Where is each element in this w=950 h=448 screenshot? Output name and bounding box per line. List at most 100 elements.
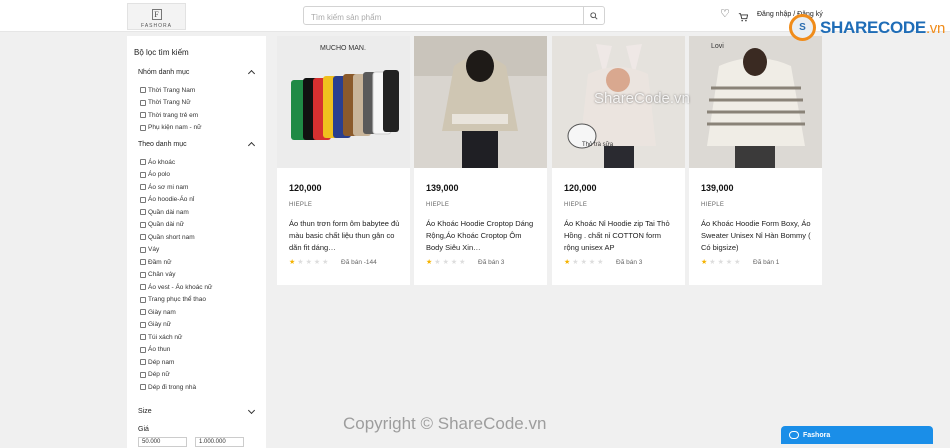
- star-icon: ★: [701, 259, 708, 266]
- fashora-logo[interactable]: F FASHORA: [127, 3, 186, 30]
- checkbox[interactable]: [140, 112, 146, 119]
- search-input[interactable]: [304, 9, 582, 26]
- checkbox[interactable]: [140, 209, 146, 216]
- sharecode-logo-text: SHARECODE.vn: [820, 18, 945, 38]
- checkbox[interactable]: [140, 334, 146, 341]
- checkbox[interactable]: [140, 234, 146, 241]
- filter-option[interactable]: Dép nữ: [140, 369, 256, 382]
- checkbox[interactable]: [140, 196, 146, 203]
- checkbox[interactable]: [140, 171, 146, 178]
- filter-option[interactable]: Phụ kiện nam - nữ: [140, 122, 256, 135]
- filter-option[interactable]: Quần dài nam: [140, 206, 256, 219]
- checkbox[interactable]: [140, 87, 146, 94]
- checkbox[interactable]: [140, 371, 146, 378]
- product-image[interactable]: MUCHO MAN.: [277, 36, 410, 168]
- checkbox[interactable]: [140, 246, 146, 253]
- filter-option[interactable]: Thời Trang Nữ: [140, 97, 256, 110]
- image-brand-text: MUCHO MAN.: [320, 45, 366, 52]
- checkbox[interactable]: [140, 271, 146, 278]
- search-bar: [303, 6, 605, 26]
- price-label: Giá: [138, 425, 149, 433]
- star-icon: ★: [297, 259, 304, 266]
- filter-option[interactable]: Thời Trang Nam: [140, 84, 256, 97]
- size-filter-header[interactable]: Size: [134, 406, 256, 417]
- product-card[interactable]: MUCHO MAN. 120,000 HIEPLE Áo thun trơn f…: [277, 36, 410, 285]
- checkbox[interactable]: [140, 184, 146, 191]
- filter-option[interactable]: Thời trang trẻ em: [140, 109, 256, 122]
- product-image[interactable]: Lovi: [689, 36, 822, 168]
- product-price: 120,000: [289, 183, 322, 193]
- filter-option[interactable]: Áo vest - Áo khoác nữ: [140, 281, 256, 294]
- checkbox[interactable]: [140, 309, 146, 316]
- image-sign-text: Lovi: [711, 43, 724, 50]
- filter-option-label: Đầm nữ: [148, 258, 172, 266]
- sold-count: Đã bán -144: [341, 259, 377, 266]
- product-brand: HIEPLE: [426, 202, 450, 208]
- filter-option[interactable]: Quần dài nữ: [140, 219, 256, 232]
- checkbox[interactable]: [140, 321, 146, 328]
- filter-option[interactable]: Quần short nam: [140, 231, 256, 244]
- filter-option[interactable]: Trang phục thể thao: [140, 294, 256, 307]
- product-name[interactable]: Áo Khoác Hoodie Form Boxy, Áo Sweater Un…: [701, 218, 813, 254]
- filter-option[interactable]: Áo sơ mi nam: [140, 181, 256, 194]
- chat-widget[interactable]: Fashora: [781, 426, 933, 444]
- price-min-input[interactable]: 50.000: [138, 436, 187, 447]
- logo-mark: F: [151, 9, 162, 20]
- product-image[interactable]: [414, 36, 547, 168]
- product-name[interactable]: Áo thun trơn form ôm babytee đủ màu basi…: [289, 218, 401, 254]
- chevron-down-icon: [247, 406, 256, 415]
- product-card[interactable]: Lovi 139,000 HIEPLE Áo Khoác Hoodie Form…: [689, 36, 822, 285]
- wishlist-heart-icon[interactable]: ♡: [720, 9, 730, 20]
- filter-option-label: Thời Trang Nữ: [148, 99, 191, 107]
- product-name[interactable]: Áo Khoác Hoodie Croptop Dáng Rộng,Áo Kho…: [426, 218, 538, 254]
- checkbox[interactable]: [140, 159, 146, 166]
- filter-option-label: Phụ kiện nam - nữ: [148, 124, 202, 132]
- rating-stars: ★ ★ ★ ★ ★: [289, 259, 328, 266]
- star-icon: ★: [450, 259, 458, 266]
- filter-option[interactable]: Đầm nữ: [140, 256, 256, 269]
- search-button[interactable]: [583, 7, 604, 24]
- filter-option-label: Trang phục thể thao: [148, 296, 206, 304]
- filter-option-label: Áo sơ mi nam: [148, 183, 189, 191]
- filter-option-label: Dép nam: [148, 358, 175, 366]
- star-icon: ★: [572, 259, 579, 266]
- product-name[interactable]: Áo Khoác Nỉ Hoodie zip Tai Thỏ Hồng . ch…: [564, 218, 676, 254]
- star-icon: ★: [442, 259, 449, 266]
- product-card[interactable]: 139,000 HIEPLE Áo Khoác Hoodie Croptop D…: [414, 36, 547, 285]
- filter-option[interactable]: Áo thun: [140, 344, 256, 357]
- sharecode-logo-icon: S: [789, 14, 816, 41]
- star-icon: ★: [580, 259, 587, 266]
- checkbox[interactable]: [140, 384, 146, 391]
- filter-option[interactable]: Áo khoác: [140, 156, 256, 169]
- checkbox[interactable]: [140, 346, 146, 353]
- filter-option[interactable]: Túi xách nữ: [140, 331, 256, 344]
- star-icon: ★: [588, 259, 596, 266]
- filter-option[interactable]: Áo hoodie-Áo nỉ: [140, 194, 256, 207]
- filter-option-label: Thời trang trẻ em: [148, 111, 199, 119]
- star-icon: ★: [725, 259, 733, 266]
- filter-option[interactable]: Giày nữ: [140, 319, 256, 332]
- checkbox[interactable]: [140, 259, 146, 266]
- checkbox[interactable]: [140, 221, 146, 228]
- filter-option[interactable]: Giày nam: [140, 306, 256, 319]
- checkbox[interactable]: [140, 296, 146, 303]
- filter-option[interactable]: Dép nam: [140, 356, 256, 369]
- filter-option[interactable]: Chân váy: [140, 269, 256, 282]
- checkbox[interactable]: [140, 124, 146, 131]
- filter-option[interactable]: Dép đi trong nhà: [140, 381, 256, 394]
- sharecode-watermark-logo: S SHARECODE.vn: [789, 14, 945, 41]
- filter-option-label: Quần dài nam: [148, 208, 189, 216]
- category-header[interactable]: Theo danh mục: [134, 139, 256, 150]
- star-icon: ★: [313, 259, 321, 266]
- price-max-input[interactable]: 1.000.000: [195, 436, 244, 447]
- filter-option[interactable]: Áo polo: [140, 169, 256, 182]
- star-icon: ★: [289, 259, 296, 266]
- star-icon: ★: [434, 259, 441, 266]
- checkbox[interactable]: [140, 99, 146, 106]
- checkbox[interactable]: [140, 359, 146, 366]
- product-card[interactable]: Thỏ trà sữa 120,000 HIEPLE Áo Khoác Nỉ H…: [552, 36, 685, 285]
- cart-icon[interactable]: [738, 9, 749, 27]
- category-group-header[interactable]: Nhóm danh mục: [134, 67, 256, 78]
- filter-option[interactable]: Váy: [140, 244, 256, 257]
- checkbox[interactable]: [140, 284, 146, 291]
